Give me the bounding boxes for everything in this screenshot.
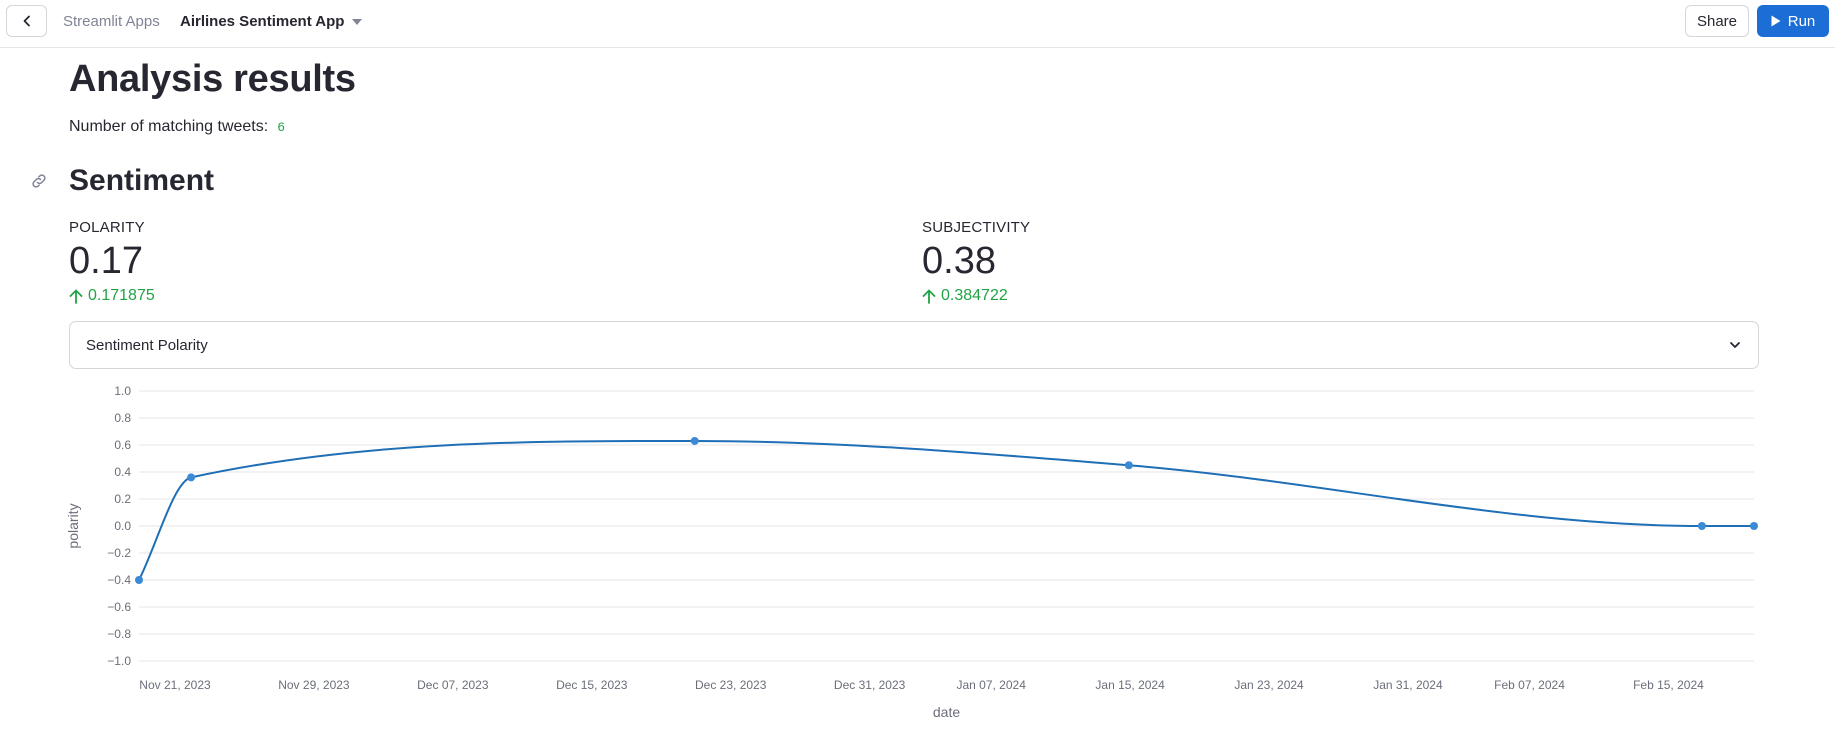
x-tick-label: Jan 15, 2024 bbox=[1095, 678, 1165, 692]
metric-polarity: POLARITY 0.17 0.171875 bbox=[69, 219, 155, 305]
polarity-data-points bbox=[135, 436, 1758, 584]
chart-type-select-value: Sentiment Polarity bbox=[86, 336, 208, 354]
back-button[interactable] bbox=[6, 5, 47, 37]
y-axis-ticks: 1.0 0.8 0.6 0.4 0.2 0.0 −0.2 −0.4 −0.6 −0.8 −1.0 bbox=[107, 384, 131, 668]
share-button[interactable]: Share bbox=[1685, 5, 1749, 37]
x-tick-label: Feb 07, 2024 bbox=[1494, 678, 1565, 692]
x-tick-label: Dec 15, 2023 bbox=[556, 678, 628, 692]
matching-tweets-count: 6 bbox=[277, 120, 286, 135]
y-tick-label: −1.0 bbox=[107, 654, 131, 668]
chevron-left-icon bbox=[23, 15, 30, 27]
app-name-label: Airlines Sentiment App bbox=[180, 13, 345, 30]
chart-type-select[interactable]: Sentiment Polarity bbox=[69, 321, 1759, 369]
link-icon[interactable] bbox=[30, 172, 48, 190]
x-tick-label: Dec 31, 2023 bbox=[834, 678, 906, 692]
caret-down-icon bbox=[352, 18, 363, 25]
metric-value: 0.17 bbox=[69, 240, 143, 282]
y-tick-label: 0.8 bbox=[114, 411, 131, 425]
y-tick-label: 0.0 bbox=[114, 519, 131, 533]
metric-value: 0.38 bbox=[922, 240, 996, 282]
metric-delta: 0.384722 bbox=[922, 287, 1030, 305]
x-tick-label: Feb 15, 2024 bbox=[1633, 678, 1704, 692]
data-point[interactable] bbox=[1124, 461, 1133, 470]
y-tick-label: 0.6 bbox=[114, 438, 131, 452]
data-point[interactable] bbox=[135, 576, 143, 584]
page-title: Analysis results bbox=[69, 58, 356, 100]
x-axis-ticks: Nov 21, 2023 Nov 29, 2023 Dec 07, 2023 Dec … bbox=[139, 678, 1704, 692]
polarity-line-chart: 1.0 0.8 0.6 0.4 0.2 0.0 −0.2 −0.4 −0.6 −0.8 −1.0 N… bbox=[65, 384, 1758, 720]
matching-tweets-row: Number of matching tweets: 6 bbox=[69, 118, 285, 136]
run-button[interactable]: Run bbox=[1757, 5, 1829, 37]
y-tick-label: −0.4 bbox=[107, 573, 131, 587]
metric-label: SUBJECTIVITY bbox=[922, 219, 1031, 236]
run-label: Run bbox=[1787, 12, 1816, 30]
x-axis-title: date bbox=[933, 704, 960, 720]
y-tick-label: −0.6 bbox=[107, 600, 131, 614]
y-tick-label: 0.2 bbox=[114, 492, 131, 506]
metric-delta-value: 0.171875 bbox=[88, 287, 155, 304]
section-title-sentiment: Sentiment bbox=[69, 164, 215, 197]
metric-delta-value: 0.384722 bbox=[941, 287, 1008, 304]
chevron-down-icon bbox=[1730, 342, 1740, 348]
breadcrumb-streamlit-apps[interactable]: Streamlit Apps bbox=[63, 13, 160, 30]
x-tick-label: Dec 23, 2023 bbox=[695, 678, 767, 692]
chart-gridlines bbox=[139, 390, 1754, 662]
top-bar: Streamlit Apps Airlines Sentiment App Sh… bbox=[0, 0, 1835, 48]
x-tick-label: Jan 23, 2024 bbox=[1234, 678, 1304, 692]
y-axis-title: polarity bbox=[65, 503, 81, 548]
app-name-dropdown[interactable]: Airlines Sentiment App bbox=[180, 13, 363, 30]
play-icon bbox=[1771, 15, 1781, 27]
metric-label: POLARITY bbox=[69, 219, 145, 236]
arrow-up-icon bbox=[922, 289, 936, 304]
data-point[interactable] bbox=[690, 436, 699, 445]
data-point[interactable] bbox=[187, 473, 196, 482]
metric-subjectivity: SUBJECTIVITY 0.38 0.384722 bbox=[922, 219, 1030, 305]
polarity-series-line bbox=[138, 439, 1754, 581]
y-tick-label: 0.4 bbox=[114, 465, 131, 479]
matching-tweets-label: Number of matching tweets: bbox=[69, 118, 269, 135]
y-tick-label: −0.2 bbox=[107, 546, 131, 560]
x-tick-label: Dec 07, 2023 bbox=[417, 678, 489, 692]
arrow-up-icon bbox=[69, 289, 83, 304]
x-tick-label: Nov 21, 2023 bbox=[139, 678, 211, 692]
x-tick-label: Jan 07, 2024 bbox=[956, 678, 1026, 692]
metric-delta: 0.171875 bbox=[69, 287, 155, 305]
x-tick-label: Jan 31, 2024 bbox=[1373, 678, 1443, 692]
data-point[interactable] bbox=[1750, 522, 1758, 530]
data-point[interactable] bbox=[1697, 522, 1706, 530]
x-tick-label: Nov 29, 2023 bbox=[278, 678, 350, 692]
y-tick-label: 1.0 bbox=[114, 384, 131, 398]
y-tick-label: −0.8 bbox=[107, 627, 131, 641]
